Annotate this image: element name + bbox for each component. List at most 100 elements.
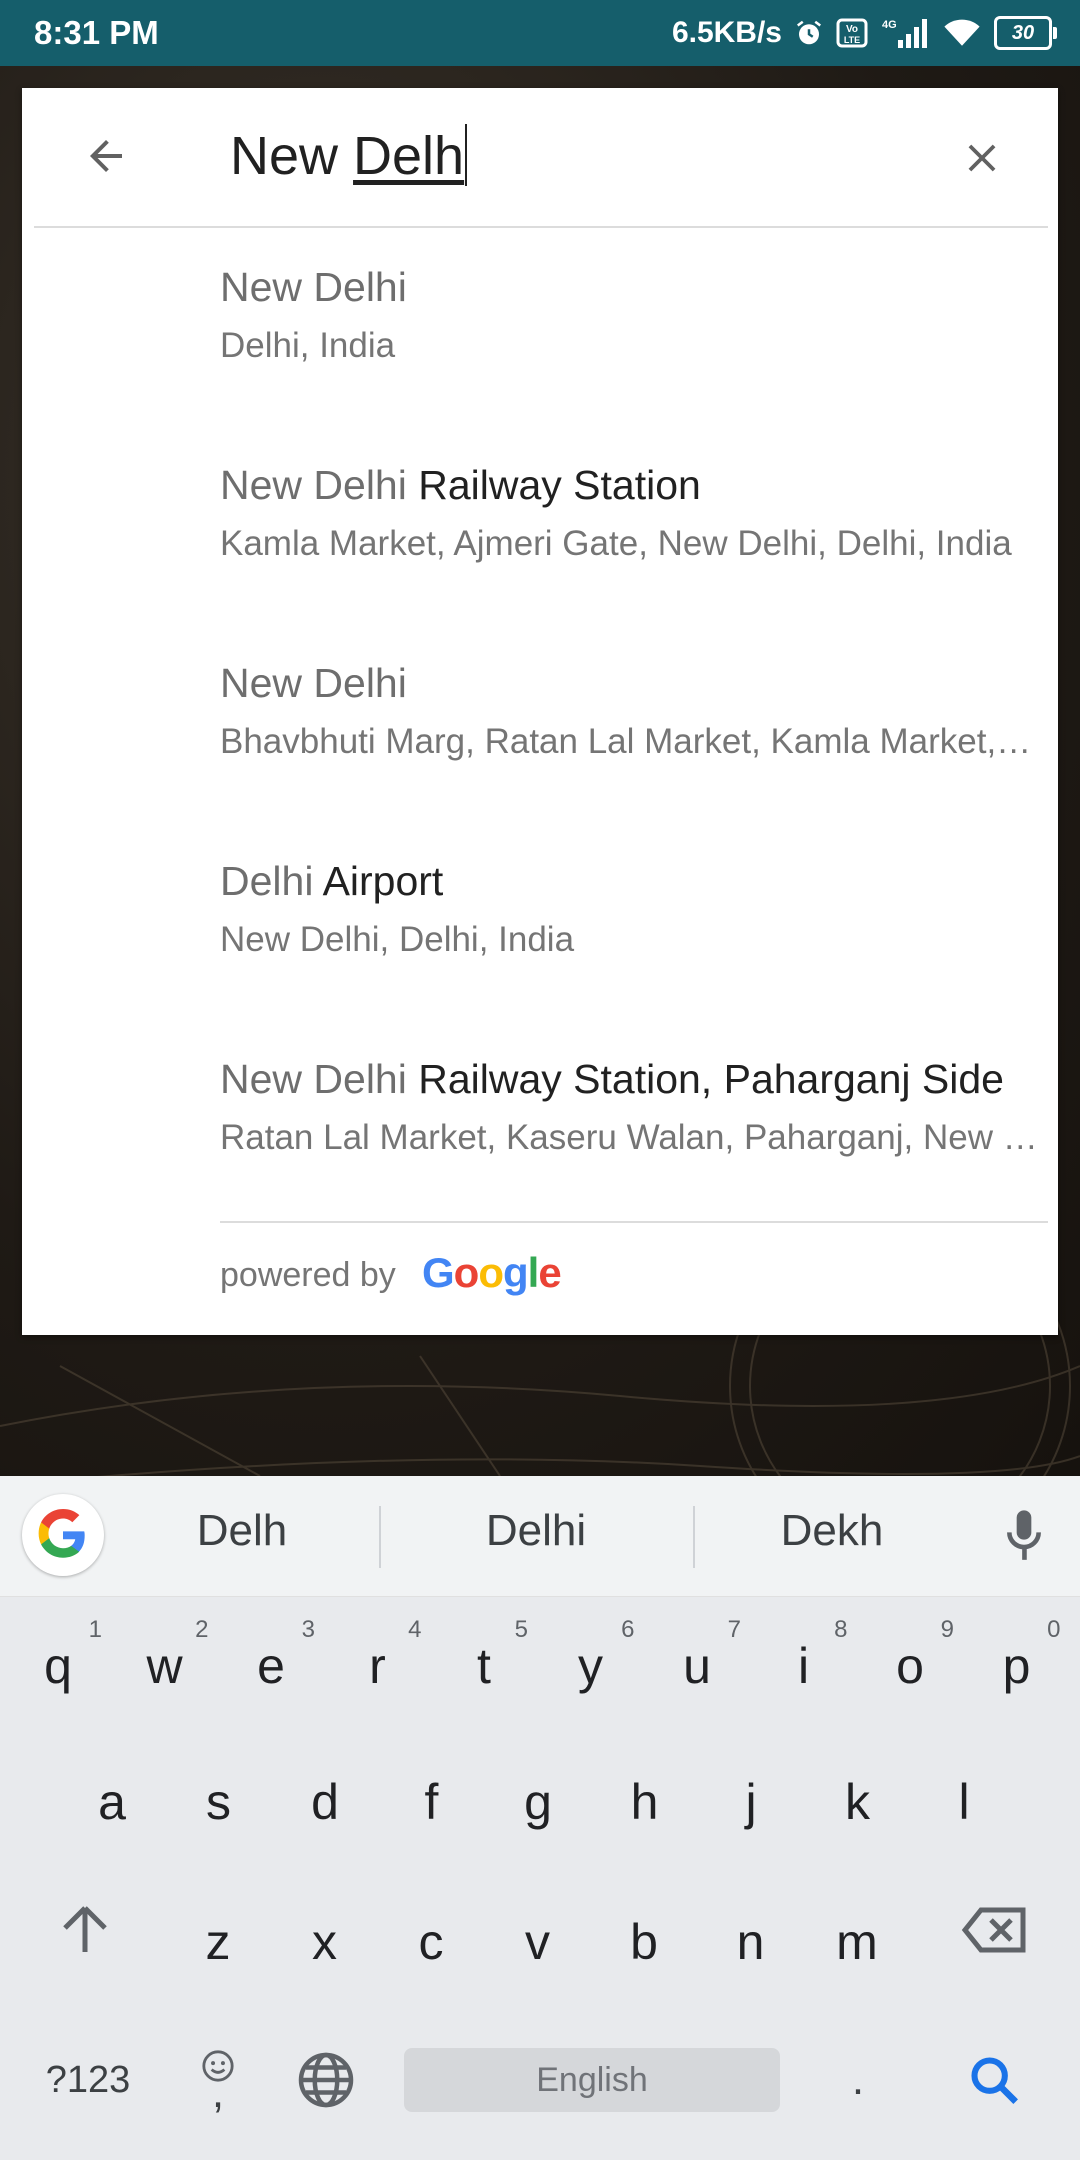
key-e[interactable]: e3 [221, 1606, 321, 1726]
key-s[interactable]: s [169, 1742, 269, 1862]
result-subtitle: Bhavbhuti Marg, Ratan Lal Market, Kamla … [220, 722, 1038, 761]
suggestion-3[interactable]: Dekh [702, 1506, 962, 1556]
key-i[interactable]: i8 [754, 1606, 854, 1726]
key-a[interactable]: a [62, 1742, 162, 1862]
mic-button[interactable] [996, 1506, 1052, 1566]
result-item[interactable]: New Delhi Delhi, India [22, 228, 1058, 426]
suggestion-1[interactable]: Delh [112, 1506, 372, 1556]
svg-text:Vo: Vo [846, 24, 858, 35]
key-v[interactable]: v [488, 1882, 588, 2002]
svg-text:LTE: LTE [844, 35, 860, 45]
result-title: New Delhi Railway Station, Paharganj Sid… [220, 1056, 1060, 1103]
key-hint: 8 [834, 1616, 848, 1643]
globe-icon [298, 2052, 354, 2108]
key-label: w [146, 1638, 183, 1694]
close-icon [968, 144, 996, 172]
key-p[interactable]: p0 [967, 1606, 1067, 1726]
shift-key[interactable] [0, 1870, 170, 1990]
key-u[interactable]: u7 [647, 1606, 747, 1726]
key-t[interactable]: t5 [434, 1606, 534, 1726]
result-title: New Delhi [220, 660, 1060, 707]
query-prefix: New [230, 126, 354, 186]
query-composing-text: Delh [353, 126, 465, 186]
result-item[interactable]: New Delhi Bhavbhuti Marg, Ratan Lal Mark… [22, 624, 1058, 822]
result-title-match: New Delhi [220, 660, 407, 706]
network-speed: 6.5KB/s [671, 16, 782, 49]
mic-icon [1007, 1510, 1041, 1560]
key-f[interactable]: f [382, 1742, 482, 1862]
text-cursor [465, 124, 468, 186]
result-item[interactable]: New Delhi Railway Station Kamla Market, … [22, 426, 1058, 624]
key-j[interactable]: j [701, 1742, 801, 1862]
result-title-rest: Railway Station, Paharganj Side [406, 1056, 1004, 1102]
key-d[interactable]: d [275, 1742, 375, 1862]
result-title-rest: Airport [313, 858, 444, 904]
search-input[interactable]: New Delh [230, 124, 468, 187]
battery-level: 30 [1011, 21, 1035, 44]
comma-emoji-key[interactable]: , [170, 2016, 266, 2136]
result-title-match: New Delhi [220, 264, 407, 310]
powered-by-text: powered by [220, 1256, 396, 1294]
key-label: i [797, 1638, 810, 1694]
suggestion-separator [379, 1506, 381, 1568]
status-time: 8:31 PM [34, 14, 159, 51]
result-item[interactable]: Delhi Airport New Delhi, Delhi, India [22, 822, 1058, 1020]
key-q[interactable]: q1 [8, 1606, 108, 1726]
period-key[interactable]: . [808, 2020, 908, 2140]
key-n[interactable]: n [701, 1882, 801, 2002]
footer-divider [220, 1221, 1048, 1223]
volte-icon: Vo LTE [836, 18, 868, 48]
signal-4g-icon: 4G [880, 16, 930, 50]
key-w[interactable]: w2 [115, 1606, 215, 1726]
key-label: q [44, 1638, 72, 1694]
suggestion-2[interactable]: Delhi [406, 1506, 666, 1556]
key-hint: 9 [940, 1616, 954, 1643]
key-b[interactable]: b [594, 1882, 694, 2002]
result-title: New Delhi [220, 264, 1060, 311]
wifi-icon [942, 17, 982, 49]
symbols-key[interactable]: ?123 [18, 2020, 158, 2140]
key-label: y [578, 1638, 603, 1694]
key-x[interactable]: x [275, 1882, 375, 2002]
result-title-match: New Delhi [220, 1056, 407, 1102]
google-logo: Google [422, 1249, 562, 1296]
key-c[interactable]: c [381, 1882, 481, 2002]
svg-text:4G: 4G [882, 19, 897, 31]
key-hint: 0 [1047, 1616, 1061, 1643]
back-button[interactable] [76, 126, 136, 186]
key-hint: 2 [195, 1616, 209, 1643]
key-hint: 4 [408, 1616, 422, 1643]
key-y[interactable]: y6 [541, 1606, 641, 1726]
key-label: t [477, 1638, 491, 1694]
search-key[interactable] [944, 2020, 1044, 2140]
suggestion-separator [693, 1506, 695, 1568]
key-hint: 7 [727, 1616, 741, 1643]
result-item[interactable]: New Delhi Railway Station, Paharganj Sid… [22, 1020, 1058, 1218]
google-button[interactable] [22, 1494, 104, 1576]
key-l[interactable]: l [914, 1742, 1014, 1862]
key-m[interactable]: m [807, 1882, 907, 2002]
alarm-icon [794, 18, 824, 48]
key-z[interactable]: z [168, 1882, 268, 2002]
language-key[interactable] [276, 2020, 376, 2140]
result-title-match: Delhi [220, 858, 314, 904]
key-g[interactable]: g [488, 1742, 588, 1862]
key-label: o [896, 1638, 924, 1694]
key-hint: 6 [621, 1616, 635, 1643]
result-title-rest: Railway Station [406, 462, 701, 508]
status-bar: 8:31 PM 6.5KB/s Vo LTE 4G 30 [0, 0, 1080, 66]
space-bar[interactable]: English [404, 2048, 780, 2112]
key-h[interactable]: h [595, 1742, 695, 1862]
key-label: e [257, 1638, 285, 1694]
key-k[interactable]: k [808, 1742, 908, 1862]
backspace-key[interactable] [934, 1870, 1054, 1990]
key-o[interactable]: o9 [860, 1606, 960, 1726]
place-autocomplete-card: New Delh New Delhi Delhi, India New Delh… [22, 88, 1058, 1335]
result-subtitle: New Delhi, Delhi, India [220, 920, 575, 959]
comma-label: , [211, 2068, 225, 2117]
result-title: Delhi Airport [220, 858, 1060, 905]
key-r[interactable]: r4 [328, 1606, 428, 1726]
shift-arrow-icon [63, 1906, 107, 1952]
clear-button[interactable] [950, 126, 1014, 190]
battery-icon: 30 [994, 16, 1057, 50]
